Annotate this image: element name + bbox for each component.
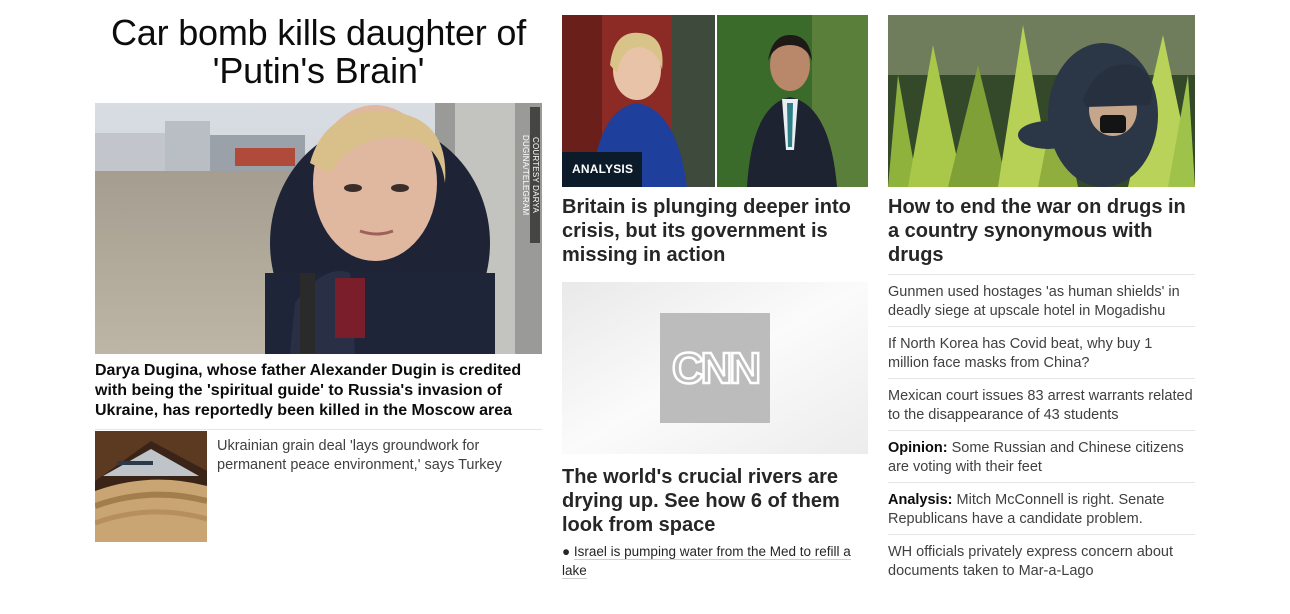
list-item[interactable]: Analysis: Mitch McConnell is right. Sena… <box>888 482 1195 534</box>
drugs-headline[interactable]: How to end the war on drugs in a country… <box>888 195 1195 267</box>
bullet-icon: ● <box>562 544 574 559</box>
lead-headline[interactable]: Car bomb kills daughter of 'Putin's Brai… <box>95 14 542 90</box>
rivers-headline[interactable]: The world's crucial rivers are drying up… <box>562 465 868 537</box>
related-story: Ukrainian grain deal 'lays groundwork fo… <box>95 429 542 542</box>
rivers-story-image[interactable]: CNN <box>562 282 868 454</box>
list-item[interactable]: WH officials privately express concern a… <box>888 534 1195 586</box>
lead-caption[interactable]: Darya Dugina, whose father Alexander Dug… <box>95 361 542 421</box>
israel-bullet-link[interactable]: ● Israel is pumping water from the Med t… <box>562 542 868 580</box>
cnn-logo-text: CNN <box>672 344 759 393</box>
related-headline[interactable]: Ukrainian grain deal 'lays groundwork fo… <box>217 437 527 475</box>
list-item[interactable]: Opinion: Some Russian and Chinese citize… <box>888 430 1195 482</box>
grain-ship-photo <box>95 431 207 542</box>
britain-story-image[interactable]: ANALYSIS <box>562 15 868 187</box>
lead-image[interactable]: COURTESY DARYA DUGINA/TELEGRAM <box>95 103 542 354</box>
list-item[interactable]: If North Korea has Covid beat, why buy 1… <box>888 326 1195 378</box>
list-item[interactable]: Gunmen used hostages 'as human shields' … <box>888 274 1195 326</box>
image-credit: COURTESY DARYA DUGINA/TELEGRAM <box>521 107 540 243</box>
related-thumbnail[interactable] <box>95 431 207 542</box>
cnn-logo-placeholder: CNN <box>562 282 868 454</box>
headline-list: Gunmen used hostages 'as human shields' … <box>888 274 1195 586</box>
analysis-badge: ANALYSIS <box>562 152 643 187</box>
cannabis-field-photo <box>888 15 1195 187</box>
drugs-story-image[interactable] <box>888 15 1195 187</box>
britain-headline[interactable]: Britain is plunging deeper into crisis, … <box>562 195 868 267</box>
lead-photo <box>95 103 542 354</box>
list-item[interactable]: Mexican court issues 83 arrest warrants … <box>888 378 1195 430</box>
